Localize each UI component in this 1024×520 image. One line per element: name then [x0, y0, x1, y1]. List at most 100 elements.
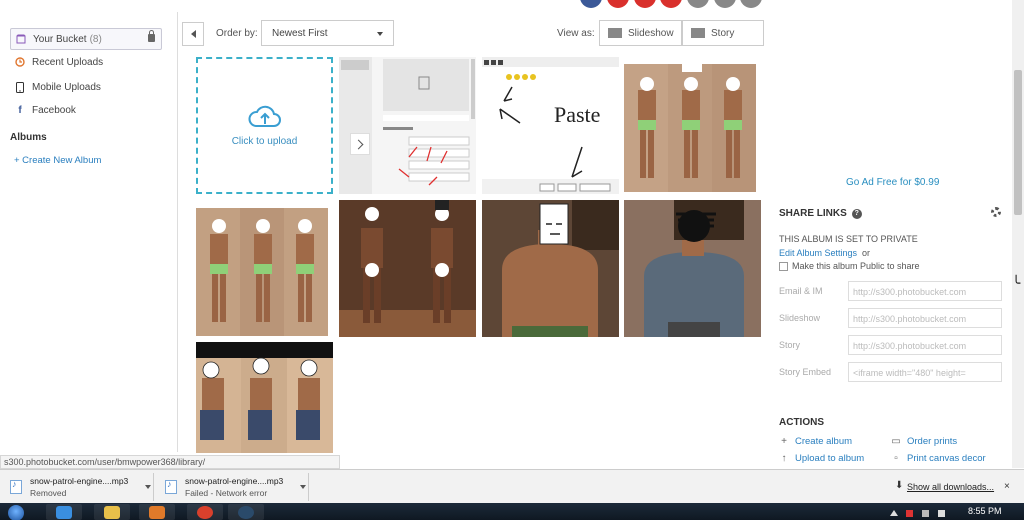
download-filename: snow-patrol-engine....mp3	[30, 476, 129, 486]
download-status: Failed - Network error	[185, 488, 268, 498]
albums-heading: Albums	[10, 132, 47, 143]
create-album-action[interactable]: + Create album	[779, 436, 852, 447]
left-sidebar: Your Bucket (8) Recent Uploads Mobile Up…	[0, 12, 178, 452]
or-text: or	[862, 248, 871, 258]
sidebar-item-facebook[interactable]: f Facebook	[10, 99, 162, 121]
go-ad-free-link[interactable]: Go Ad Free for $0.99	[846, 177, 939, 188]
chevron-down-icon[interactable]	[300, 485, 306, 489]
progress-photo-image	[482, 200, 619, 337]
tray-network-icon[interactable]	[922, 510, 929, 517]
download-status: Removed	[30, 488, 67, 498]
share-links-heading: SHARE LINKS ?	[779, 208, 862, 219]
show-all-downloads-link[interactable]: Show all downloads...	[907, 482, 994, 492]
social-share-icon[interactable]	[714, 0, 736, 8]
upload-to-album-action[interactable]: ↑ Upload to album	[779, 453, 865, 464]
taskbar-app-chrome[interactable]	[187, 504, 223, 520]
story-button[interactable]: Story	[682, 20, 764, 46]
progress-photo-image	[624, 200, 761, 337]
sidebar-item-label: Mobile Uploads	[32, 81, 101, 93]
folder-icon	[104, 506, 120, 519]
sidebar-item-mobile-uploads[interactable]: Mobile Uploads	[10, 76, 162, 98]
slideshow-button[interactable]: Slideshow	[599, 20, 682, 46]
start-button-icon[interactable]	[8, 505, 24, 520]
next-arrow-icon[interactable]	[350, 133, 370, 155]
taskbar-app-steam[interactable]	[228, 504, 264, 520]
social-share-icon[interactable]	[580, 0, 602, 8]
sidebar-item-label: Your Bucket	[33, 33, 87, 45]
upload-arrow-icon: ↑	[781, 453, 787, 464]
sidebar-item-recent-uploads[interactable]: Recent Uploads	[10, 51, 162, 73]
story-icon	[691, 28, 705, 38]
photo-thumbnail[interactable]	[196, 342, 333, 453]
cloud-upload-icon	[248, 105, 281, 127]
cart-icon: ▭	[891, 436, 901, 447]
print-canvas-label: Print canvas decor	[907, 453, 986, 464]
upload-to-album-label: Upload to album	[795, 453, 865, 464]
photo-thumbnail[interactable]	[339, 200, 476, 337]
private-notice: THIS ALBUM IS SET TO PRIVATE	[779, 234, 918, 244]
chevron-down-icon[interactable]	[145, 485, 151, 489]
email-im-label: Email & IM	[779, 286, 823, 296]
order-by-label: Order by:	[216, 28, 258, 39]
screenshot-image	[339, 57, 476, 194]
order-prints-label: Order prints	[907, 436, 958, 447]
scrollbar-thumb[interactable]	[1014, 70, 1022, 215]
tray-volume-icon[interactable]	[938, 510, 945, 517]
top-bar-remnant	[0, 0, 1024, 6]
view-as-label: View as:	[557, 28, 595, 39]
sidebar-item-label: Recent Uploads	[32, 56, 104, 68]
social-share-icon[interactable]	[607, 0, 629, 8]
taskbar-app-ie[interactable]	[46, 504, 82, 520]
email-im-field[interactable]: http://s300.photobucket.com	[848, 281, 1002, 301]
order-by-select[interactable]: Newest First	[261, 20, 394, 46]
photo-thumbnail[interactable]	[624, 64, 756, 192]
progress-photo-image	[196, 342, 333, 453]
close-icon[interactable]: ×	[1004, 481, 1010, 492]
photo-thumbnail[interactable]: Paste	[482, 57, 619, 194]
share-links-title: SHARE LINKS	[779, 208, 847, 219]
print-canvas-action[interactable]: ▫ Print canvas decor	[891, 453, 986, 464]
slideshow-field[interactable]: http://s300.photobucket.com	[848, 308, 1002, 328]
download-item[interactable]: snow-patrol-engine....mp3 Failed - Netwo…	[157, 473, 309, 501]
tray-expand-icon[interactable]	[890, 510, 898, 516]
help-icon[interactable]: ?	[851, 208, 862, 219]
gear-icon[interactable]	[991, 207, 1001, 217]
chrome-icon	[197, 506, 213, 519]
slideshow-label: Slideshow	[628, 27, 674, 39]
photo-thumbnail[interactable]	[482, 200, 619, 337]
social-share-icon[interactable]	[687, 0, 709, 8]
collapse-sidebar-button[interactable]	[182, 22, 204, 46]
story-field[interactable]: http://s300.photobucket.com	[848, 335, 1002, 355]
edit-album-settings-link[interactable]: Edit Album Settings	[779, 248, 857, 258]
social-share-icon[interactable]	[660, 0, 682, 8]
svg-text:Paste: Paste	[554, 102, 600, 127]
sidebar-item-your-bucket[interactable]: Your Bucket (8)	[10, 28, 162, 50]
slideshow-icon	[608, 28, 622, 38]
mobile-icon	[14, 81, 26, 93]
order-prints-action[interactable]: ▭ Order prints	[891, 436, 957, 447]
download-item[interactable]: snow-patrol-engine....mp3 Removed	[2, 473, 154, 501]
taskbar-clock[interactable]: 8:55 PM	[968, 506, 1002, 516]
upload-tile[interactable]: Click to upload	[196, 57, 333, 194]
make-public-checkbox[interactable]	[779, 262, 788, 271]
taskbar-app-media[interactable]	[139, 504, 175, 520]
photo-thumbnail[interactable]	[339, 57, 476, 194]
sidebar-item-label: Facebook	[32, 104, 76, 116]
progress-photo-image	[339, 200, 476, 337]
photo-thumbnail[interactable]	[196, 208, 328, 336]
create-new-album-link[interactable]: + Create New Album	[14, 155, 101, 166]
story-embed-field[interactable]: <iframe width="480" height=	[848, 362, 1002, 382]
social-share-icon[interactable]	[740, 0, 762, 8]
photo-thumbnail[interactable]	[624, 200, 761, 337]
progress-photo-image	[624, 64, 756, 192]
clock-icon	[14, 56, 26, 68]
social-share-icon[interactable]	[634, 0, 656, 8]
download-arrow-icon: ⬇	[895, 480, 904, 491]
slideshow-field-label: Slideshow	[779, 313, 821, 323]
mouse-cursor-icon: ╰	[1012, 275, 1021, 291]
taskbar-app-explorer[interactable]	[94, 504, 130, 520]
status-url-bar: s300.photobucket.com/user/bmwpower368/li…	[0, 455, 340, 469]
browser-window: Your Bucket (8) Recent Uploads Mobile Up…	[0, 0, 1024, 520]
tray-flag-icon[interactable]	[906, 510, 913, 517]
paste-screenshot-image: Paste	[482, 57, 619, 194]
